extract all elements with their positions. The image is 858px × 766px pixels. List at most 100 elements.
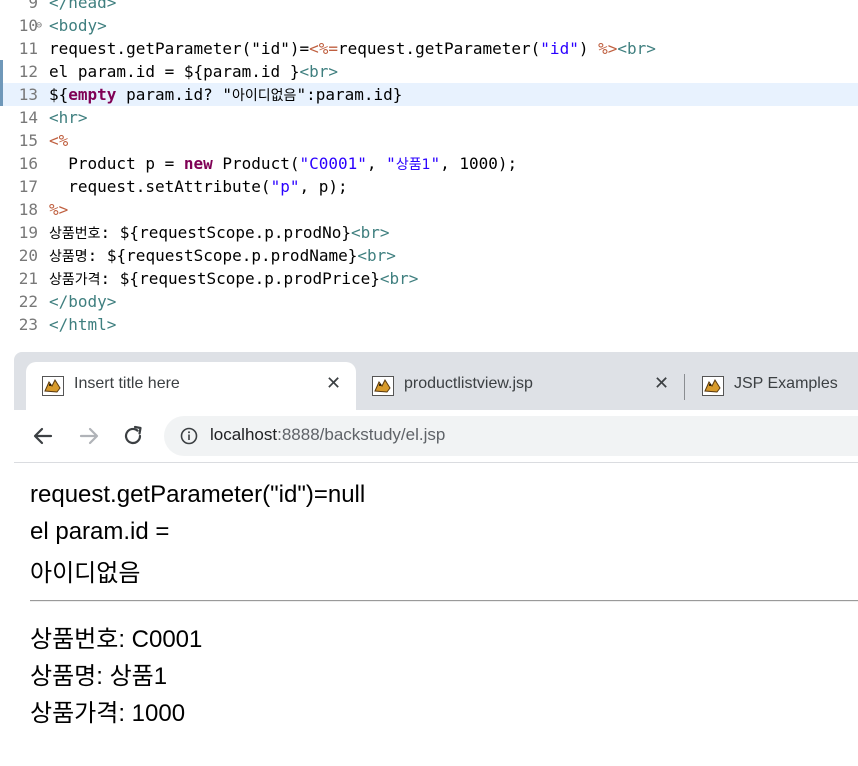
back-arrow-icon[interactable]	[30, 423, 56, 449]
tab-insert-title[interactable]: Insert title here ✕	[26, 362, 356, 410]
code-line[interactable]: 15 <%	[0, 129, 858, 152]
code-text: Product p = new Product("C0001", "상품1", …	[49, 152, 517, 177]
output-empty-check: 아이디없음	[30, 560, 141, 587]
tomcat-favicon-icon	[372, 376, 394, 396]
line-number: 19	[18, 223, 38, 242]
code-editor[interactable]: 9 </head> 10 ⊖ <body> 11 request.getParameter(…	[0, 0, 858, 352]
code-line[interactable]: 20 상품명: ${requestScope.p.prodName}<br>	[0, 244, 858, 267]
line-number: 22	[18, 292, 38, 311]
output-el-param: el param.id =	[30, 518, 170, 545]
code-text: <body>	[49, 14, 107, 37]
horizontal-rule	[30, 600, 858, 602]
code-line[interactable]: 16 Product p = new Product("C0001", "상품1…	[0, 152, 858, 175]
output-prod-name: 상품명: 상품1	[30, 663, 168, 690]
code-line[interactable]: 18 %>	[0, 198, 858, 221]
code-text: ${empty param.id? "아이디없음":param.id}	[49, 83, 402, 108]
browser-toolbar: localhost:8888/backstudy/el.jsp	[14, 410, 858, 463]
line-number: 15	[18, 131, 38, 150]
code-token: <br>	[357, 246, 396, 265]
code-token: : ${requestScope.p.prodNo}	[100, 223, 351, 242]
code-text: request.getParameter("id")=<%=request.ge…	[49, 37, 656, 60]
code-token: , 1000);	[440, 154, 518, 173]
code-token: <%	[49, 131, 69, 150]
code-token: %>	[598, 39, 618, 58]
code-token: Product(	[212, 154, 300, 173]
code-token: : ${requestScope.p.prodPrice}	[100, 269, 380, 288]
code-token: Product p =	[49, 154, 184, 173]
code-token: "C0001"	[299, 154, 367, 173]
code-token: %>	[49, 200, 69, 219]
line-number: 13	[18, 85, 38, 104]
tomcat-favicon-icon	[702, 376, 724, 396]
tab-close-icon[interactable]: ✕	[326, 373, 341, 394]
code-line[interactable]: 22 </body>	[0, 290, 858, 313]
reload-icon[interactable]	[120, 423, 146, 449]
tab-strip: Insert title here ✕ productlistview.jsp …	[14, 352, 858, 410]
code-text: <%	[49, 129, 68, 152]
tab-productlistview[interactable]: productlistview.jsp ✕	[356, 362, 686, 410]
fold-toggle-icon[interactable]: ⊖	[36, 14, 42, 37]
code-line[interactable]: 17 request.setAttribute("p", p);	[0, 175, 858, 198]
output-prod-price: 상품가격: 1000	[30, 700, 186, 727]
line-number: 14	[18, 108, 38, 127]
code-text: %>	[49, 198, 68, 221]
code-text: </body>	[49, 290, 116, 313]
tab-title: JSP Examples	[734, 375, 838, 392]
code-token: : ${requestScope.p.prodName}	[87, 246, 358, 265]
code-token: </html>	[49, 315, 117, 334]
code-text: 상품번호: ${requestScope.p.prodNo}<br>	[49, 221, 390, 246]
code-token: ${	[49, 85, 69, 104]
forward-arrow-icon[interactable]	[76, 423, 102, 449]
code-token: 상품명	[49, 249, 88, 265]
tomcat-favicon-icon	[42, 376, 64, 396]
code-line[interactable]: 12 el param.id = ${param.id }<br>	[0, 60, 858, 83]
url-text[interactable]: localhost:8888/backstudy/el.jsp	[210, 425, 445, 445]
code-token: ":param.id}	[296, 85, 403, 104]
tab-close-icon[interactable]: ✕	[654, 373, 669, 394]
code-token: new	[183, 154, 213, 173]
code-token: 상품가격	[49, 272, 101, 288]
browser-window: Insert title here ✕ productlistview.jsp …	[14, 352, 858, 766]
code-line[interactable]: 11 request.getParameter("id")=<%=request.…	[0, 37, 858, 60]
code-token: empty	[68, 85, 117, 104]
line-number: 9	[28, 0, 38, 12]
code-token: "id"	[251, 39, 290, 58]
code-token: <br>	[299, 62, 338, 81]
code-line[interactable]: 9 </head>	[0, 0, 858, 14]
code-token: <hr>	[49, 108, 88, 127]
code-token: "p"	[270, 177, 300, 196]
code-text: request.setAttribute("p", p);	[49, 175, 347, 198]
code-token: )	[578, 39, 599, 58]
code-token: request.setAttribute(	[49, 177, 271, 196]
line-number: 21	[18, 269, 38, 288]
code-token: <body>	[49, 16, 107, 35]
code-token: )=	[289, 39, 310, 58]
code-line[interactable]: 14 <hr>	[0, 106, 858, 129]
code-text: </head>	[49, 0, 116, 14]
line-number: 17	[18, 177, 38, 196]
info-icon[interactable]	[180, 427, 198, 445]
code-token: ,	[366, 154, 387, 173]
line-number: 16	[18, 154, 38, 173]
code-token: </body>	[49, 292, 117, 311]
address-bar[interactable]: localhost:8888/backstudy/el.jsp	[164, 416, 858, 456]
code-line[interactable]: 23 </html>	[0, 313, 858, 336]
code-token: 상품1	[395, 157, 431, 173]
code-line[interactable]: 13 ${empty param.id? "아이디없음":param.id}	[0, 83, 858, 106]
output-request-param: request.getParameter("id")=null	[30, 481, 366, 508]
code-token: 아이디없음	[232, 88, 297, 104]
code-line[interactable]: 21 상품가격: ${requestScope.p.prodPrice}<br>	[0, 267, 858, 290]
tab-title: productlistview.jsp	[404, 375, 533, 392]
output-prod-no: 상품번호: C0001	[30, 626, 203, 653]
code-token: request.getParameter(	[338, 39, 541, 58]
code-line[interactable]: 19 상품번호: ${requestScope.p.prodNo}<br>	[0, 221, 858, 244]
code-token: <br>	[617, 39, 656, 58]
code-line[interactable]: 10 ⊖ <body>	[0, 14, 858, 37]
url-host: localhost	[210, 425, 278, 444]
tab-separator	[684, 374, 685, 400]
tab-jsp-examples[interactable]: JSP Examples	[686, 362, 858, 410]
code-token: <br>	[379, 269, 419, 288]
code-text: el param.id = ${param.id }<br>	[49, 60, 338, 83]
line-number: 18	[18, 200, 38, 219]
line-number: 23	[18, 315, 38, 334]
